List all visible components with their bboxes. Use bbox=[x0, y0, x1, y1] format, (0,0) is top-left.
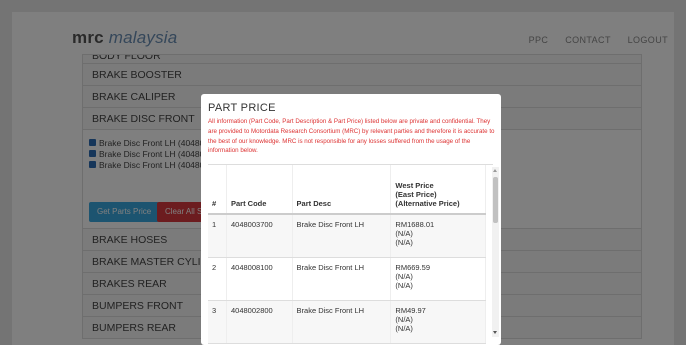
table-row: 1 4048003700 Brake Disc Front LH RM1688.… bbox=[208, 214, 486, 258]
col-header-price: West Price (East Price) (Alternative Pri… bbox=[390, 165, 486, 215]
table-row: 3 4048002800 Brake Disc Front LH RM49.97… bbox=[208, 300, 486, 344]
table-row: 2 4048008100 Brake Disc Front LH RM669.5… bbox=[208, 257, 486, 301]
price-table-container[interactable]: # Part Code Part Desc West Price (East P… bbox=[208, 164, 493, 345]
modal-title: PART PRICE bbox=[208, 102, 276, 114]
col-header-num: # bbox=[208, 165, 227, 215]
part-price-modal: PART PRICE All information (Part Code, P… bbox=[201, 94, 501, 345]
scrollbar-thumb[interactable] bbox=[493, 177, 498, 223]
col-header-part-desc: Part Desc bbox=[292, 165, 392, 215]
col-header-part-code: Part Code bbox=[226, 165, 293, 215]
table-scrollbar[interactable] bbox=[492, 167, 499, 337]
modal-disclaimer: All information (Part Code, Part Descrip… bbox=[208, 118, 495, 155]
scroll-up-arrow-icon[interactable] bbox=[493, 169, 497, 172]
price-table: # Part Code Part Desc West Price (East P… bbox=[208, 165, 486, 344]
scroll-down-arrow-icon[interactable] bbox=[493, 331, 497, 334]
